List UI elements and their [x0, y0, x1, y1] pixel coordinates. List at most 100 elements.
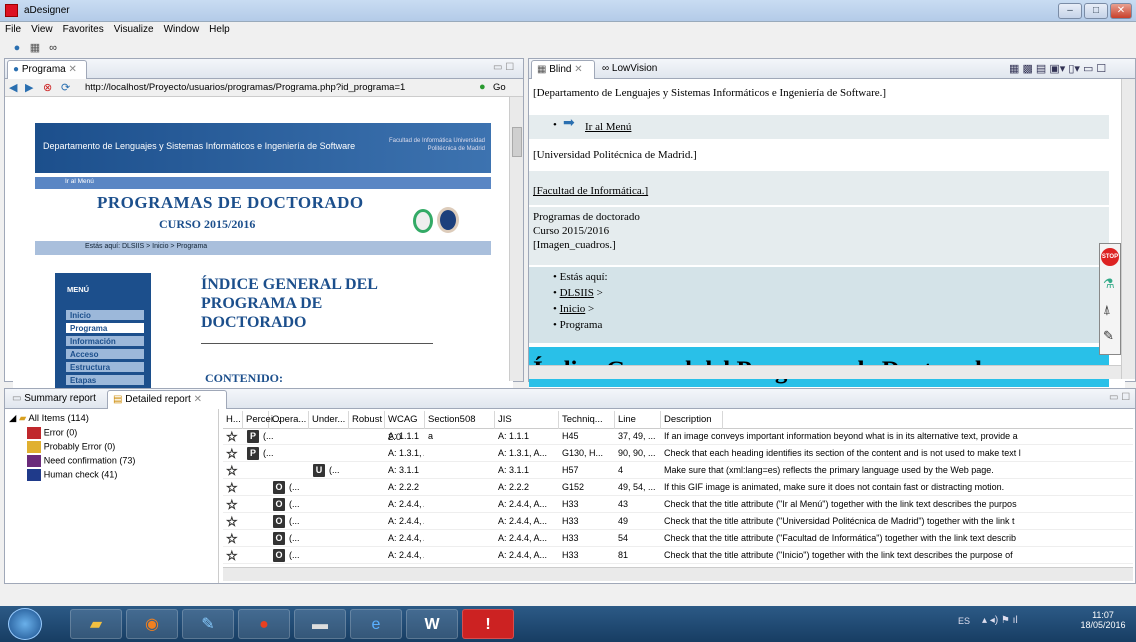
blind-link[interactable]: DLSIIS: [560, 287, 594, 299]
explorer-icon[interactable]: ▰: [70, 609, 122, 639]
refresh-icon[interactable]: ⟳: [61, 81, 70, 94]
column-header[interactable]: Description: [661, 411, 723, 429]
table-hscrollbar[interactable]: [223, 567, 1133, 581]
browser-scrollbar[interactable]: [509, 97, 523, 381]
blind-link[interactable]: Inicio: [560, 303, 586, 315]
menu-view[interactable]: View: [26, 22, 58, 38]
tree-item-label: Error (0): [43, 427, 78, 438]
maximize-button[interactable]: □: [1084, 3, 1108, 19]
table-row[interactable]: ☆ O (... A: 2.2.2 A: 2.2.2 G152 49, 54, ... If …: [223, 480, 1133, 496]
tree-item-human-check[interactable]: Human check (41): [27, 469, 117, 481]
stop-icon[interactable]: STOP: [1101, 248, 1119, 266]
tab-detailed-report[interactable]: ▤ Detailed report ✕: [107, 390, 227, 409]
blind-mode-icon[interactable]: ▦: [28, 41, 42, 55]
media-player-icon[interactable]: ◉: [126, 609, 178, 639]
table-row[interactable]: ☆ U (... A: 3.1.1 A: 3.1.1 H57 4 Make sure that…: [223, 463, 1133, 479]
pencil-icon[interactable]: ✎: [1103, 328, 1114, 344]
blind-hscrollbar[interactable]: [529, 365, 1123, 379]
menu-file[interactable]: File: [0, 22, 26, 38]
cell-tech: H33: [562, 533, 579, 543]
column-header[interactable]: H...: [223, 411, 243, 429]
cell-tech: H33: [562, 499, 579, 509]
close-icon[interactable]: ✕: [574, 64, 582, 75]
language-indicator[interactable]: ES: [958, 616, 970, 626]
star-icon: ☆: [226, 446, 238, 462]
column-header[interactable]: Opera...: [269, 411, 309, 429]
tab-programa[interactable]: ● Programa ✕: [7, 60, 87, 79]
cell-tech: H33: [562, 550, 579, 560]
back-icon[interactable]: ◀: [9, 81, 17, 94]
menu-help[interactable]: Help: [204, 22, 235, 38]
tab-lowvision[interactable]: ∞ LowVision: [597, 60, 677, 79]
forward-icon[interactable]: ▶: [25, 81, 33, 94]
tree-item-probably-error[interactable]: Probably Error (0): [27, 441, 115, 453]
column-header[interactable]: Techniq...: [559, 411, 615, 429]
tab-summary-report[interactable]: ▭ Summary report: [7, 390, 105, 409]
tab-label: Detailed report: [125, 394, 191, 405]
cell-tech: H45: [562, 431, 579, 441]
column-header[interactable]: Line: [615, 411, 661, 429]
console-icon[interactable]: ▬: [294, 609, 346, 639]
tree-root[interactable]: ◢ ▰ All Items (114): [9, 413, 89, 424]
column-header[interactable]: Robust: [349, 411, 385, 429]
close-icon[interactable]: ✕: [194, 394, 202, 405]
blind-toolbar-icons[interactable]: ▦ ▩ ▤ ▣▾ ▯▾ ▭ ☐: [1009, 62, 1106, 75]
table-row[interactable]: ☆ O (... A: 2.4.4, A... A: 2.4.4, A... H33 49 C…: [223, 514, 1133, 530]
web-menu-programa[interactable]: Programa: [65, 322, 145, 334]
cell-jis: A: 2.4.4, A...: [498, 533, 548, 543]
scrollbar-thumb[interactable]: [512, 127, 522, 157]
web-menu-inicio[interactable]: Inicio: [65, 309, 145, 321]
minimize-view-icon[interactable]: ▭ ☐: [493, 62, 514, 73]
web-menu-informacion[interactable]: Información: [65, 335, 145, 347]
cell-line: 90, 90, ...: [618, 448, 656, 458]
close-icon[interactable]: ✕: [69, 64, 77, 75]
tray-icons[interactable]: ▴ ◂) ⚑ ıl: [982, 615, 1018, 626]
go-button[interactable]: Go: [493, 82, 506, 93]
table-row[interactable]: ☆ O (... A: 2.4.4, A... A: 2.4.4, A... H33 43 C…: [223, 497, 1133, 513]
cell-tech: G130, H...: [562, 448, 604, 458]
close-button[interactable]: ✕: [1110, 3, 1132, 19]
stop-icon[interactable]: ⊗: [43, 81, 52, 94]
minimize-button[interactable]: –: [1058, 3, 1082, 19]
table-row[interactable]: ☆ O (... A: 2.4.4, A... A: 2.4.4, A... H33 81 C…: [223, 548, 1133, 564]
blind-link[interactable]: Ir al Menú: [585, 121, 631, 133]
chrome-icon[interactable]: ●: [238, 609, 290, 639]
blind-breadcrumb: • Estás aquí: • DLSIIS > • Inicio > • Pr…: [529, 267, 1109, 343]
tab-blind[interactable]: ▦ Blind ✕: [531, 60, 595, 79]
tree-item-error[interactable]: Error (0): [27, 427, 77, 439]
web-menu-acceso[interactable]: Acceso: [65, 348, 145, 360]
menu-favorites[interactable]: Favorites: [58, 22, 109, 38]
paint-icon[interactable]: ✎: [182, 609, 234, 639]
blind-scrollbar[interactable]: [1121, 79, 1135, 379]
url-field[interactable]: http://localhost/Proyecto/usuarios/progr…: [85, 81, 465, 95]
guideline-badge-icon: O: [273, 515, 285, 528]
minimize-view-icon[interactable]: ▭ ☐: [1109, 392, 1130, 403]
blind-link[interactable]: [Facultad de Informática.]: [533, 185, 648, 197]
table-row[interactable]: ☆ O (... A: 2.4.4, A... A: 2.4.4, A... H33 54 C…: [223, 531, 1133, 547]
clock[interactable]: 11:07 18/05/2016: [1080, 610, 1126, 630]
table-header: H... Percei... Opera... Under... Robust WCAG …: [223, 411, 1133, 443]
table-row[interactable]: ☆ P (... A: 1.3.1, A... A: 1.3.1, A... G130, …: [223, 446, 1133, 462]
globe-icon[interactable]: ●: [10, 41, 24, 55]
ie-icon[interactable]: e: [350, 609, 402, 639]
column-header[interactable]: Percei...: [243, 411, 281, 429]
web-menu-etapas[interactable]: Etapas: [65, 374, 145, 386]
menu-window[interactable]: Window: [159, 22, 205, 38]
column-header[interactable]: WCAG 2.0: [385, 411, 425, 443]
tree-item-need-confirmation[interactable]: Need confirmation (73): [27, 455, 135, 467]
column-header[interactable]: Section508: [425, 411, 495, 429]
broom-icon[interactable]: ⍋: [1103, 302, 1111, 318]
menu-link[interactable]: Ir al Menú: [65, 178, 94, 185]
flask-icon[interactable]: ⚗: [1103, 276, 1115, 292]
table-row[interactable]: ☆ P (... A: 1.1.1 a A: 1.1.1 H45 37, 49, ... If …: [223, 429, 1133, 445]
column-header[interactable]: JIS: [495, 411, 559, 429]
adesigner-icon[interactable]: !: [462, 609, 514, 639]
word-icon[interactable]: W: [406, 609, 458, 639]
go-icon[interactable]: ●: [479, 81, 486, 93]
menu-visualize[interactable]: Visualize: [109, 22, 159, 38]
start-button[interactable]: [8, 608, 42, 640]
star-icon: ☆: [226, 497, 238, 513]
web-menu-estructura[interactable]: Estructura: [65, 361, 145, 373]
lowvision-mode-icon[interactable]: ∞: [46, 41, 60, 55]
column-header[interactable]: Under...: [309, 411, 349, 429]
